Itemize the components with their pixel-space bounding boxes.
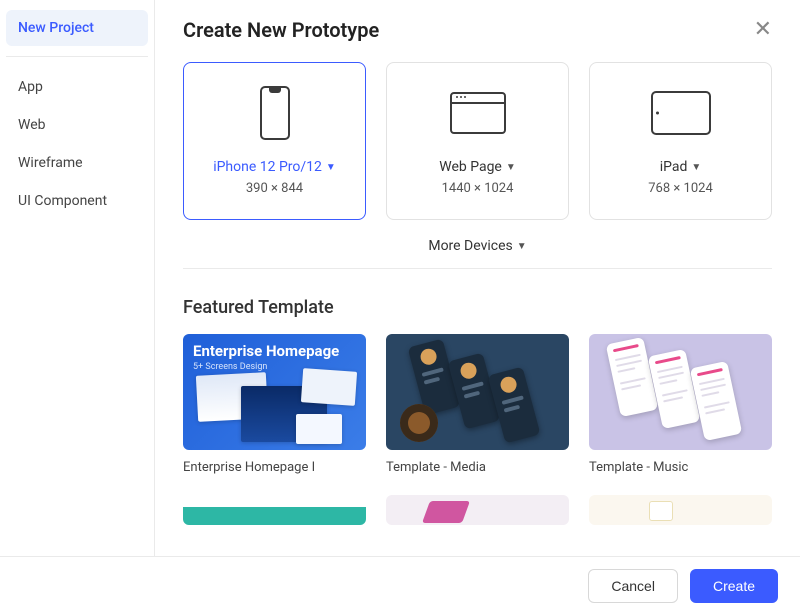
thumbnail-title: Enterprise Homepage — [193, 342, 339, 360]
device-label[interactable]: Web Page ▼ — [439, 159, 516, 175]
template-thumbnail — [589, 495, 772, 525]
device-label-text: Web Page — [439, 159, 502, 175]
template-label: Enterprise Homepage I — [183, 460, 366, 475]
template-label: Template - Music — [589, 460, 772, 475]
tablet-icon — [651, 85, 711, 141]
template-card-partial-2[interactable] — [386, 495, 569, 525]
chevron-down-icon: ▼ — [326, 162, 336, 173]
footer: Cancel Create — [0, 556, 800, 614]
sidebar-item-web[interactable]: Web — [6, 107, 148, 143]
template-label: Template - Media — [386, 460, 569, 475]
sidebar-item-app[interactable]: App — [6, 69, 148, 105]
featured-template-title: Featured Template — [183, 297, 772, 318]
chevron-down-icon: ▼ — [691, 162, 701, 173]
more-devices-button[interactable]: More Devices ▼ — [183, 238, 772, 254]
page-title: Create New Prototype — [183, 18, 379, 42]
sidebar: New Project App Web Wireframe UI Compone… — [0, 0, 155, 556]
template-thumbnail — [386, 334, 569, 450]
device-dimensions: 390 × 844 — [246, 181, 303, 196]
sidebar-item-label: UI Component — [18, 193, 107, 209]
device-dimensions: 1440 × 1024 — [442, 181, 514, 196]
template-card-music[interactable]: Template - Music — [589, 334, 772, 475]
device-card-web[interactable]: Web Page ▼ 1440 × 1024 — [386, 62, 569, 220]
device-dimensions: 768 × 1024 — [648, 181, 713, 196]
template-thumbnail — [589, 334, 772, 450]
template-thumbnail: Enterprise Homepage 5+ Screens Design — [183, 334, 366, 450]
sidebar-item-label: Wireframe — [18, 155, 83, 171]
sidebar-item-wireframe[interactable]: Wireframe — [6, 145, 148, 181]
sidebar-divider — [6, 56, 148, 57]
sidebar-item-ui-component[interactable]: UI Component — [6, 183, 148, 219]
template-card-partial-3[interactable] — [589, 495, 772, 525]
create-button[interactable]: Create — [690, 569, 778, 603]
device-label-text: iPad — [660, 159, 688, 175]
template-card-partial-1[interactable] — [183, 495, 366, 525]
thumbnail-subtitle: 5+ Screens Design — [193, 362, 267, 372]
chevron-down-icon: ▼ — [517, 241, 527, 252]
browser-icon — [448, 85, 508, 141]
close-icon[interactable]: ✕ — [754, 19, 772, 41]
main-panel: Create New Prototype ✕ iPhone 12 Pro/12 … — [155, 0, 800, 556]
more-devices-label: More Devices — [428, 238, 512, 254]
sidebar-item-label: Web — [18, 117, 46, 133]
device-label[interactable]: iPad ▼ — [660, 159, 702, 175]
template-card-enterprise[interactable]: Enterprise Homepage 5+ Screens Design En… — [183, 334, 366, 475]
device-label-text: iPhone 12 Pro/12 — [213, 159, 322, 175]
template-thumbnail — [183, 495, 366, 525]
device-row: iPhone 12 Pro/12 ▼ 390 × 844 Web Page ▼ … — [183, 62, 772, 220]
template-grid: Enterprise Homepage 5+ Screens Design En… — [183, 334, 772, 525]
chevron-down-icon: ▼ — [506, 162, 516, 173]
sidebar-item-label: App — [18, 79, 43, 95]
device-label[interactable]: iPhone 12 Pro/12 ▼ — [213, 159, 336, 175]
device-card-iphone[interactable]: iPhone 12 Pro/12 ▼ 390 × 844 — [183, 62, 366, 220]
header-row: Create New Prototype ✕ — [183, 18, 772, 42]
template-card-media[interactable]: Template - Media — [386, 334, 569, 475]
phone-icon — [245, 85, 305, 141]
sidebar-item-label: New Project — [18, 20, 94, 36]
cancel-button[interactable]: Cancel — [588, 569, 678, 603]
template-thumbnail — [386, 495, 569, 525]
device-card-ipad[interactable]: iPad ▼ 768 × 1024 — [589, 62, 772, 220]
section-divider — [183, 268, 772, 269]
sidebar-item-new-project[interactable]: New Project — [6, 10, 148, 46]
